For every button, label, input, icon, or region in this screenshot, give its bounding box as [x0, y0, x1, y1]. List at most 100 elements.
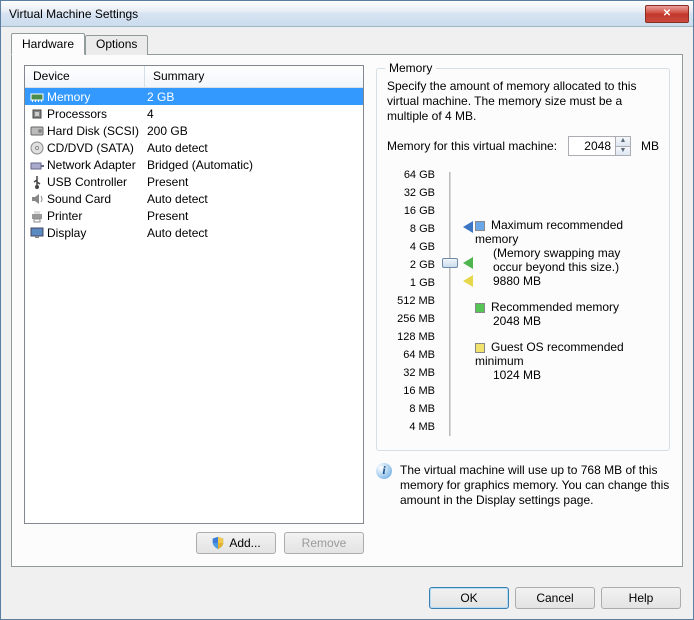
device-name: Printer — [47, 209, 145, 223]
list-item-printer[interactable]: PrinterPresent — [25, 207, 363, 224]
memory-input[interactable] — [569, 137, 615, 155]
list-item-memory[interactable]: Memory2 GB — [25, 88, 363, 105]
tabs: Hardware Options — [11, 33, 683, 55]
marker-max-icon — [463, 221, 473, 233]
device-name: Processors — [47, 107, 145, 121]
slider-track[interactable] — [441, 170, 459, 440]
device-list: Device Summary Memory2 GBProcessors4Hard… — [24, 65, 364, 524]
list-body: Memory2 GBProcessors4Hard Disk (SCSI)200… — [25, 88, 363, 523]
device-name: Display — [47, 226, 145, 240]
tab-body: Device Summary Memory2 GBProcessors4Hard… — [11, 54, 683, 567]
list-item-cd-dvd-sata-[interactable]: CD/DVD (SATA)Auto detect — [25, 139, 363, 156]
device-summary: Present — [145, 209, 359, 223]
memory-label: Memory for this virtual machine: — [387, 139, 562, 153]
slider-line — [449, 172, 451, 436]
memory-unit: MB — [641, 139, 659, 153]
shield-icon — [211, 536, 225, 550]
square-max-icon — [475, 221, 485, 231]
tick-label: 16 MB — [387, 386, 435, 404]
tab-hardware[interactable]: Hardware — [11, 33, 85, 55]
device-name: Memory — [47, 90, 145, 104]
info-icon: i — [376, 463, 392, 479]
device-name: Hard Disk (SCSI) — [47, 124, 145, 138]
tick-label: 2 GB — [387, 260, 435, 278]
device-summary: Bridged (Automatic) — [145, 158, 359, 172]
info-row: i The virtual machine will use up to 768… — [376, 463, 670, 508]
spin-down[interactable]: ▼ — [615, 147, 630, 156]
tick-label: 128 MB — [387, 332, 435, 350]
tick-label: 4 MB — [387, 422, 435, 440]
titlebar[interactable]: Virtual Machine Settings ✕ — [1, 1, 693, 27]
legend-min: Guest OS recommended minimum 1024 MB — [475, 340, 659, 382]
header-summary[interactable]: Summary — [145, 66, 363, 87]
square-rec-icon — [475, 303, 485, 313]
remove-button: Remove — [284, 532, 364, 554]
printer-icon — [29, 208, 45, 224]
tick-label: 32 GB — [387, 188, 435, 206]
list-item-display[interactable]: DisplayAuto detect — [25, 224, 363, 241]
list-buttons: Add... Remove — [24, 532, 364, 554]
list-item-usb-controller[interactable]: USB ControllerPresent — [25, 173, 363, 190]
list-header: Device Summary — [25, 66, 363, 88]
tick-label: 512 MB — [387, 296, 435, 314]
tick-label: 4 GB — [387, 242, 435, 260]
marker-min-icon — [463, 275, 473, 287]
window-title: Virtual Machine Settings — [9, 7, 645, 21]
tick-label: 64 MB — [387, 350, 435, 368]
cd-icon — [29, 140, 45, 156]
tab-options[interactable]: Options — [85, 35, 148, 55]
usb-icon — [29, 174, 45, 190]
add-button[interactable]: Add... — [196, 532, 276, 554]
tick-label: 8 MB — [387, 404, 435, 422]
device-name: USB Controller — [47, 175, 145, 189]
device-summary: 200 GB — [145, 124, 359, 138]
spin-buttons: ▲ ▼ — [615, 137, 630, 155]
legend: Maximum recommended memory (Memory swapp… — [465, 170, 659, 440]
net-icon — [29, 157, 45, 173]
help-button[interactable]: Help — [601, 587, 681, 609]
settings-window: Virtual Machine Settings ✕ Hardware Opti… — [0, 0, 694, 620]
list-item-hard-disk-scsi-[interactable]: Hard Disk (SCSI)200 GB — [25, 122, 363, 139]
device-summary: Auto detect — [145, 226, 359, 240]
tick-label: 64 GB — [387, 170, 435, 188]
ok-button[interactable]: OK — [429, 587, 509, 609]
tick-label: 16 GB — [387, 206, 435, 224]
footer: OK Cancel Help — [1, 577, 693, 619]
list-item-sound-card[interactable]: Sound CardAuto detect — [25, 190, 363, 207]
tick-label: 1 GB — [387, 278, 435, 296]
tick-label: 256 MB — [387, 314, 435, 332]
slider-area: 64 GB 32 GB 16 GB 8 GB 4 GB 2 GB 1 GB 51… — [387, 170, 659, 440]
device-summary: Auto detect — [145, 192, 359, 206]
square-min-icon — [475, 343, 485, 353]
display-icon — [29, 225, 45, 241]
marker-rec-icon — [463, 257, 473, 269]
close-button[interactable]: ✕ — [645, 5, 689, 23]
device-name: Network Adapter — [47, 158, 145, 172]
memory-spinner[interactable]: ▲ ▼ — [568, 136, 631, 156]
add-label: Add... — [229, 536, 260, 550]
legend-max: Maximum recommended memory (Memory swapp… — [475, 218, 659, 288]
device-summary: 4 — [145, 107, 359, 121]
tick-label: 32 MB — [387, 368, 435, 386]
info-text: The virtual machine will use up to 768 M… — [400, 463, 670, 508]
memory-row: Memory for this virtual machine: ▲ ▼ MB — [387, 136, 659, 156]
list-item-processors[interactable]: Processors4 — [25, 105, 363, 122]
content: Hardware Options Device Summary Memory2 … — [1, 27, 693, 577]
right-pane: Memory Specify the amount of memory allo… — [376, 65, 670, 554]
legend-rec: Recommended memory 2048 MB — [475, 300, 659, 328]
device-summary: Present — [145, 175, 359, 189]
list-item-network-adapter[interactable]: Network AdapterBridged (Automatic) — [25, 156, 363, 173]
device-name: Sound Card — [47, 192, 145, 206]
header-device[interactable]: Device — [25, 66, 145, 87]
device-summary: Auto detect — [145, 141, 359, 155]
sound-icon — [29, 191, 45, 207]
cpu-icon — [29, 106, 45, 122]
spin-up[interactable]: ▲ — [615, 137, 630, 147]
group-title: Memory — [385, 61, 436, 75]
slider-ticks: 64 GB 32 GB 16 GB 8 GB 4 GB 2 GB 1 GB 51… — [387, 170, 435, 440]
memory-group: Memory Specify the amount of memory allo… — [376, 68, 670, 451]
hdd-icon — [29, 123, 45, 139]
cancel-button[interactable]: Cancel — [515, 587, 595, 609]
slider-thumb[interactable] — [442, 258, 458, 268]
tick-label: 8 GB — [387, 224, 435, 242]
